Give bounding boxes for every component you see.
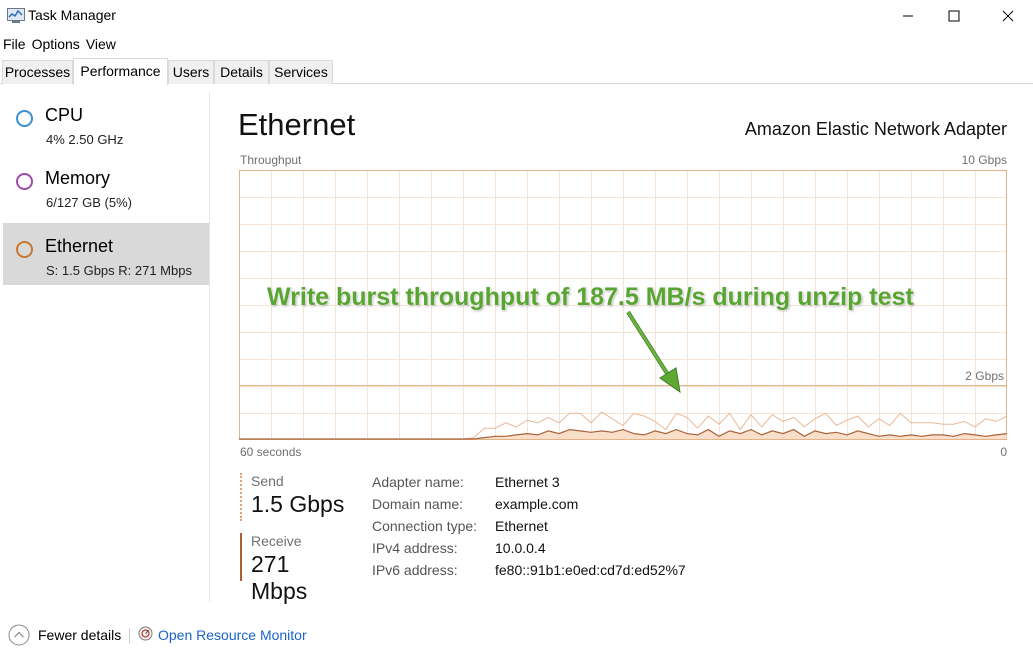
sidebar-item-label: CPU bbox=[45, 105, 84, 125]
detail-value: Ethernet 3 bbox=[495, 474, 560, 490]
receive-value: 271 Mbps bbox=[251, 551, 308, 604]
sidebar-item-value: S: 1.5 Gbps R: 271 Mbps bbox=[46, 263, 192, 278]
tab-details[interactable]: Details bbox=[214, 60, 269, 84]
sidebar-item-cpu[interactable]: CPU 4% 2.50 GHz bbox=[3, 92, 209, 154]
detail-key: IPv6 address: bbox=[372, 562, 458, 578]
receive-stat: Receive 271 Mbps bbox=[240, 533, 350, 604]
detail-key: Connection type: bbox=[372, 518, 478, 534]
maximize-button[interactable] bbox=[931, 0, 977, 32]
chevron-up-icon[interactable] bbox=[8, 624, 30, 646]
detail-value: Ethernet bbox=[495, 518, 548, 534]
sidebar-item-memory[interactable]: Memory 6/127 GB (5%) bbox=[3, 155, 209, 217]
minimize-button[interactable] bbox=[885, 0, 931, 32]
send-value: 1.5 Gbps bbox=[251, 491, 345, 517]
detail-value: example.com bbox=[495, 496, 579, 512]
maximize-icon bbox=[948, 10, 960, 22]
resource-monitor-icon bbox=[138, 626, 153, 641]
task-manager-window: Task Manager File Options View Processes… bbox=[0, 0, 1033, 660]
sidebar-item-label: Memory bbox=[45, 168, 111, 188]
annotation-text: Write burst throughput of 187.5 MB/s dur… bbox=[267, 283, 914, 311]
cpu-status-icon bbox=[16, 110, 33, 127]
send-stat: Send 1.5 Gbps bbox=[240, 473, 350, 521]
tab-performance[interactable]: Performance bbox=[73, 58, 168, 85]
fewer-details-button[interactable]: Fewer details bbox=[38, 627, 121, 643]
window-title: Task Manager bbox=[28, 7, 116, 23]
tab-services[interactable]: Services bbox=[269, 60, 333, 84]
tab-processes[interactable]: Processes bbox=[2, 60, 73, 84]
tab-bar: Processes Performance Users Details Serv… bbox=[0, 58, 1033, 85]
menu-view[interactable]: View bbox=[83, 34, 119, 54]
footer-separator bbox=[129, 628, 130, 644]
sidebar-item-label: Ethernet bbox=[45, 236, 114, 256]
menu-bar: File Options View bbox=[0, 34, 119, 54]
graph-label-max: 10 Gbps bbox=[961, 153, 1007, 167]
adapter-title: Amazon Elastic Network Adapter bbox=[744, 119, 1007, 139]
ethernet-status-icon bbox=[16, 241, 33, 258]
close-button[interactable] bbox=[985, 0, 1031, 32]
sidebar-item-value: 6/127 GB (5%) bbox=[46, 195, 132, 210]
title-bar: Task Manager bbox=[0, 0, 1033, 32]
open-resource-monitor-link[interactable]: Open Resource Monitor bbox=[158, 627, 307, 643]
sidebar-item-value: 4% 2.50 GHz bbox=[46, 132, 124, 147]
task-manager-icon bbox=[7, 8, 25, 23]
detail-value: 10.0.0.4 bbox=[495, 540, 546, 556]
detail-key: Domain name: bbox=[372, 496, 464, 512]
resource-sidebar: CPU 4% 2.50 GHz Memory 6/127 GB (5%) Eth… bbox=[0, 92, 210, 602]
detail-value: fe80::91b1:e0ed:cd7d:ed52%7 bbox=[495, 562, 686, 578]
footer-bar: Fewer details Open Resource Monitor bbox=[0, 620, 1033, 650]
memory-status-icon bbox=[16, 173, 33, 190]
minimize-icon bbox=[903, 15, 913, 17]
graph-label-time: 60 seconds bbox=[240, 445, 302, 459]
graph-label-throughput: Throughput bbox=[240, 153, 302, 167]
detail-key: Adapter name: bbox=[372, 474, 464, 490]
close-icon bbox=[1002, 10, 1014, 22]
tab-users[interactable]: Users bbox=[168, 60, 214, 84]
send-label: Send bbox=[251, 473, 284, 489]
graph-label-zero: 0 bbox=[1000, 445, 1007, 459]
menu-options[interactable]: Options bbox=[29, 34, 83, 54]
page-title: Ethernet bbox=[238, 107, 356, 142]
receive-label: Receive bbox=[251, 533, 302, 549]
receive-series-area bbox=[239, 429, 1007, 439]
sidebar-item-ethernet[interactable]: Ethernet S: 1.5 Gbps R: 271 Mbps bbox=[3, 223, 209, 285]
detail-key: IPv4 address: bbox=[372, 540, 458, 556]
menu-file[interactable]: File bbox=[0, 34, 29, 54]
